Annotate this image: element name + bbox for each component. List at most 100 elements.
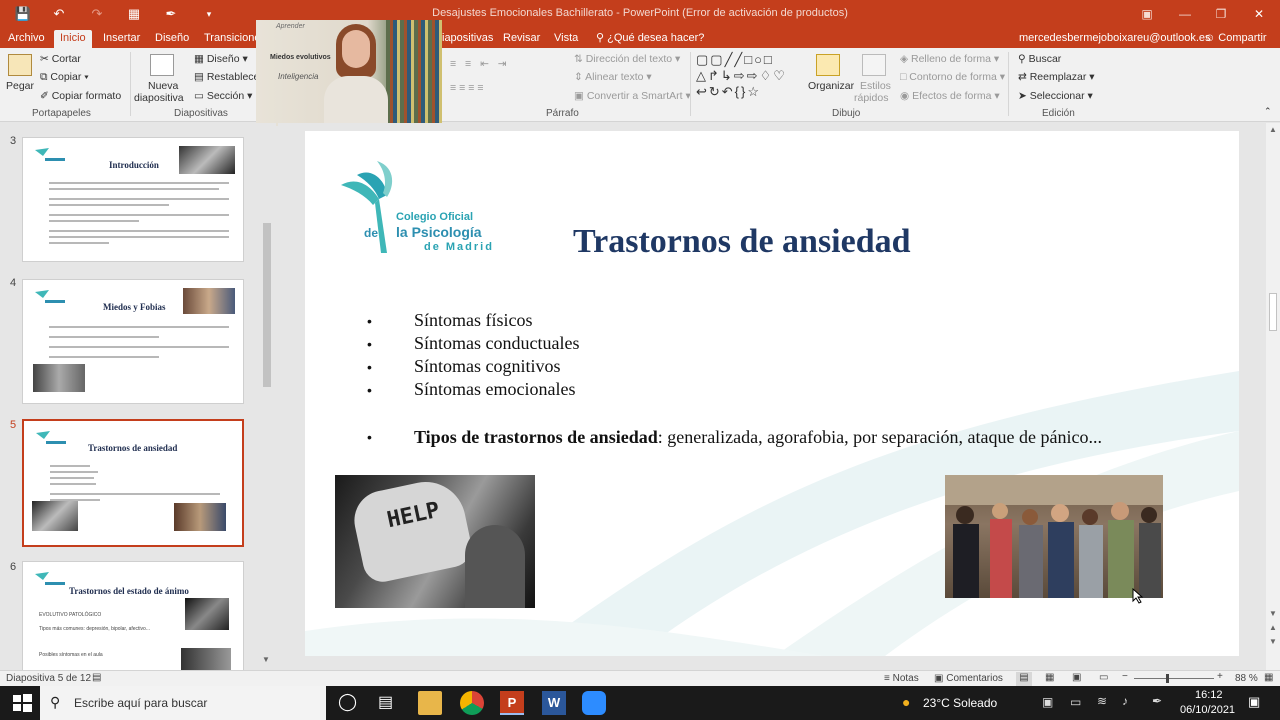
thumb-number: 3: [10, 135, 17, 147]
slide-thumbnail-4[interactable]: Miedos y Fobias: [22, 279, 244, 404]
thumb-text-line: [50, 471, 98, 473]
section-button[interactable]: ▭ Sección ▾: [194, 90, 252, 102]
zoom-level[interactable]: 88 %: [1235, 673, 1258, 684]
shapes-gallery[interactable]: ▢▢╱╱□○□ △↱↳⇨⇨♢♡ ↩↻↶{}☆: [696, 52, 787, 100]
normal-view-icon[interactable]: ▤: [1016, 672, 1032, 686]
slideshow-icon[interactable]: ▭: [1099, 672, 1108, 683]
help-hand-photo[interactable]: HELP: [335, 475, 535, 608]
tab-revisar[interactable]: Revisar: [497, 30, 546, 48]
bullet-item[interactable]: Síntomas emocionales: [414, 379, 575, 400]
collapse-ribbon-icon[interactable]: ⌃: [1264, 106, 1272, 117]
maximize-icon[interactable]: ❐: [1206, 4, 1236, 24]
close-icon[interactable]: ✕: [1244, 4, 1274, 24]
new-slide-icon[interactable]: [150, 54, 174, 76]
slide-title[interactable]: Trastornos de ansiedad: [573, 223, 911, 261]
zoom-taskbar-icon[interactable]: [582, 691, 606, 715]
clock-date[interactable]: 06/10/2021: [1180, 704, 1235, 716]
task-view-icon[interactable]: ▤: [378, 692, 393, 712]
previous-slide-icon[interactable]: ▲: [1269, 623, 1277, 632]
minimize-icon[interactable]: —: [1170, 4, 1200, 24]
wifi-icon[interactable]: ≋: [1097, 694, 1107, 708]
notifications-icon[interactable]: ▣: [1248, 694, 1260, 710]
thumbnails-scrollbar[interactable]: ▼: [260, 123, 274, 670]
tab-presentacion[interactable]: iapositivas: [436, 30, 499, 48]
share-button[interactable]: ☺ Compartir: [1198, 30, 1273, 48]
bullet-item[interactable]: Síntomas cognitivos: [414, 356, 561, 377]
paste-button[interactable]: Pegar: [6, 80, 34, 92]
quick-styles-button[interactable]: Estilos: [860, 80, 891, 92]
bullet-item[interactable]: Síntomas físicos: [414, 310, 533, 331]
battery-icon[interactable]: ▭: [1070, 695, 1081, 709]
tab-diseno[interactable]: Diseño: [149, 30, 195, 48]
paste-icon[interactable]: [8, 54, 32, 76]
notes-button[interactable]: ≡ Notas: [884, 673, 919, 684]
tray-app-icon[interactable]: ▣: [1042, 695, 1053, 709]
comments-button[interactable]: ▣ Comentarios: [934, 673, 1003, 684]
new-slide-button[interactable]: Nueva: [148, 80, 178, 92]
windows-start-icon[interactable]: [10, 691, 34, 715]
volume-icon[interactable]: ♪: [1122, 694, 1128, 708]
arrange-icon[interactable]: [816, 54, 840, 76]
align-text-button[interactable]: ⇕ Alinear texto ▾: [574, 71, 652, 83]
cortana-icon[interactable]: ◯: [338, 692, 357, 712]
slide-sorter-icon[interactable]: ▦: [1045, 672, 1054, 683]
slide-thumbnail-3[interactable]: Introducción: [22, 137, 244, 262]
arrange-button[interactable]: Organizar: [808, 80, 854, 92]
smartart-button[interactable]: ▣ Convertir a SmartArt ▾: [574, 90, 691, 102]
scrollbar-thumb[interactable]: [1269, 293, 1277, 331]
scrollbar-thumb[interactable]: [263, 223, 271, 387]
reading-view-icon[interactable]: ▣: [1072, 672, 1081, 683]
tab-archivo[interactable]: Archivo: [2, 30, 51, 48]
align-icons[interactable]: ≡≡≡≡: [450, 82, 487, 94]
select-button[interactable]: ➤ Seleccionar ▾: [1018, 90, 1093, 102]
tell-me-search[interactable]: ⚲ ¿Qué desea hacer?: [590, 30, 710, 48]
word-taskbar-icon[interactable]: W: [542, 691, 566, 715]
accessibility-icon[interactable]: ▤: [92, 672, 101, 683]
text-direction-button[interactable]: ⇅ Dirección del texto ▾: [574, 53, 680, 65]
slide-thumbnail-5[interactable]: Trastornos de ansiedad: [22, 419, 244, 547]
tab-vista[interactable]: Vista: [548, 30, 584, 48]
quick-styles-label[interactable]: rápidos: [854, 92, 888, 104]
file-explorer-icon[interactable]: [418, 691, 442, 715]
shape-effects-button[interactable]: ◉ Efectos de forma ▾: [900, 90, 1000, 102]
shape-fill-button[interactable]: ◈ Relleno de forma ▾: [900, 53, 999, 65]
pen-tray-icon[interactable]: ✒: [1152, 694, 1162, 708]
clock-time[interactable]: 16:12: [1195, 689, 1223, 701]
reset-button[interactable]: ▤ Restablecer: [194, 71, 263, 83]
find-button[interactable]: ⚲ Buscar: [1018, 53, 1061, 65]
list-format-icons[interactable]: ≡ ≡ ⇤ ⇥: [450, 58, 510, 70]
zoom-in-icon[interactable]: +: [1217, 671, 1223, 682]
weather-text[interactable]: 23°C Soleado: [923, 696, 997, 710]
replace-button[interactable]: ⇄ Reemplazar ▾: [1018, 71, 1095, 83]
copy-button[interactable]: ⧉ Copiar ▾: [40, 71, 89, 84]
chrome-icon[interactable]: [460, 691, 484, 715]
scroll-up-icon[interactable]: ▲: [1269, 125, 1277, 134]
slide-thumbnail-6[interactable]: Trastornos del estado de ánimo EVOLUTIVO…: [22, 561, 244, 671]
quick-styles-icon[interactable]: [862, 54, 886, 76]
fit-slide-icon[interactable]: ▦: [1264, 672, 1273, 683]
anxiety-types-paragraph[interactable]: Tipos de trastornos de ansiedad: general…: [414, 426, 1136, 449]
powerpoint-taskbar-icon[interactable]: P: [500, 691, 524, 715]
taskbar-search-box[interactable]: ⚲ Escribe aquí para buscar: [40, 686, 326, 720]
slide-scrollbar[interactable]: ▲ ▼ ▲ ▼: [1266, 123, 1280, 670]
zoom-out-icon[interactable]: −: [1122, 671, 1128, 682]
zoom-slider[interactable]: [1134, 678, 1214, 679]
thumb-text-line: [49, 356, 159, 358]
account-email[interactable]: mercedesbermejoboixareu@outlook.es: [1013, 30, 1217, 48]
bullet-item[interactable]: Síntomas conductuales: [414, 333, 579, 354]
tab-insertar[interactable]: Insertar: [97, 30, 146, 48]
next-slide-icon[interactable]: ▼: [1269, 637, 1277, 646]
scroll-down-icon[interactable]: ▼: [1269, 609, 1277, 618]
scroll-down-icon[interactable]: ▼: [262, 655, 270, 664]
ribbon-display-icon[interactable]: ▣: [1132, 4, 1162, 24]
tab-inicio[interactable]: Inicio: [54, 30, 92, 48]
new-slide-label[interactable]: diapositiva: [134, 92, 184, 104]
format-painter-button[interactable]: ✐ Copiar formato: [40, 90, 121, 102]
cut-button[interactable]: ✂ Cortar: [40, 53, 81, 65]
slide-canvas[interactable]: Colegio Oficial de la Psicología de Madr…: [305, 131, 1239, 656]
students-photo[interactable]: [945, 475, 1163, 598]
shape-outline-button[interactable]: □ Contorno de forma ▾: [900, 71, 1005, 83]
zoom-slider-thumb[interactable]: [1166, 674, 1169, 683]
layout-button[interactable]: ▦ Diseño ▾: [194, 53, 248, 65]
windows-taskbar: ⚲ Escribe aquí para buscar ◯ ▤ P W ● 23°…: [0, 686, 1280, 720]
